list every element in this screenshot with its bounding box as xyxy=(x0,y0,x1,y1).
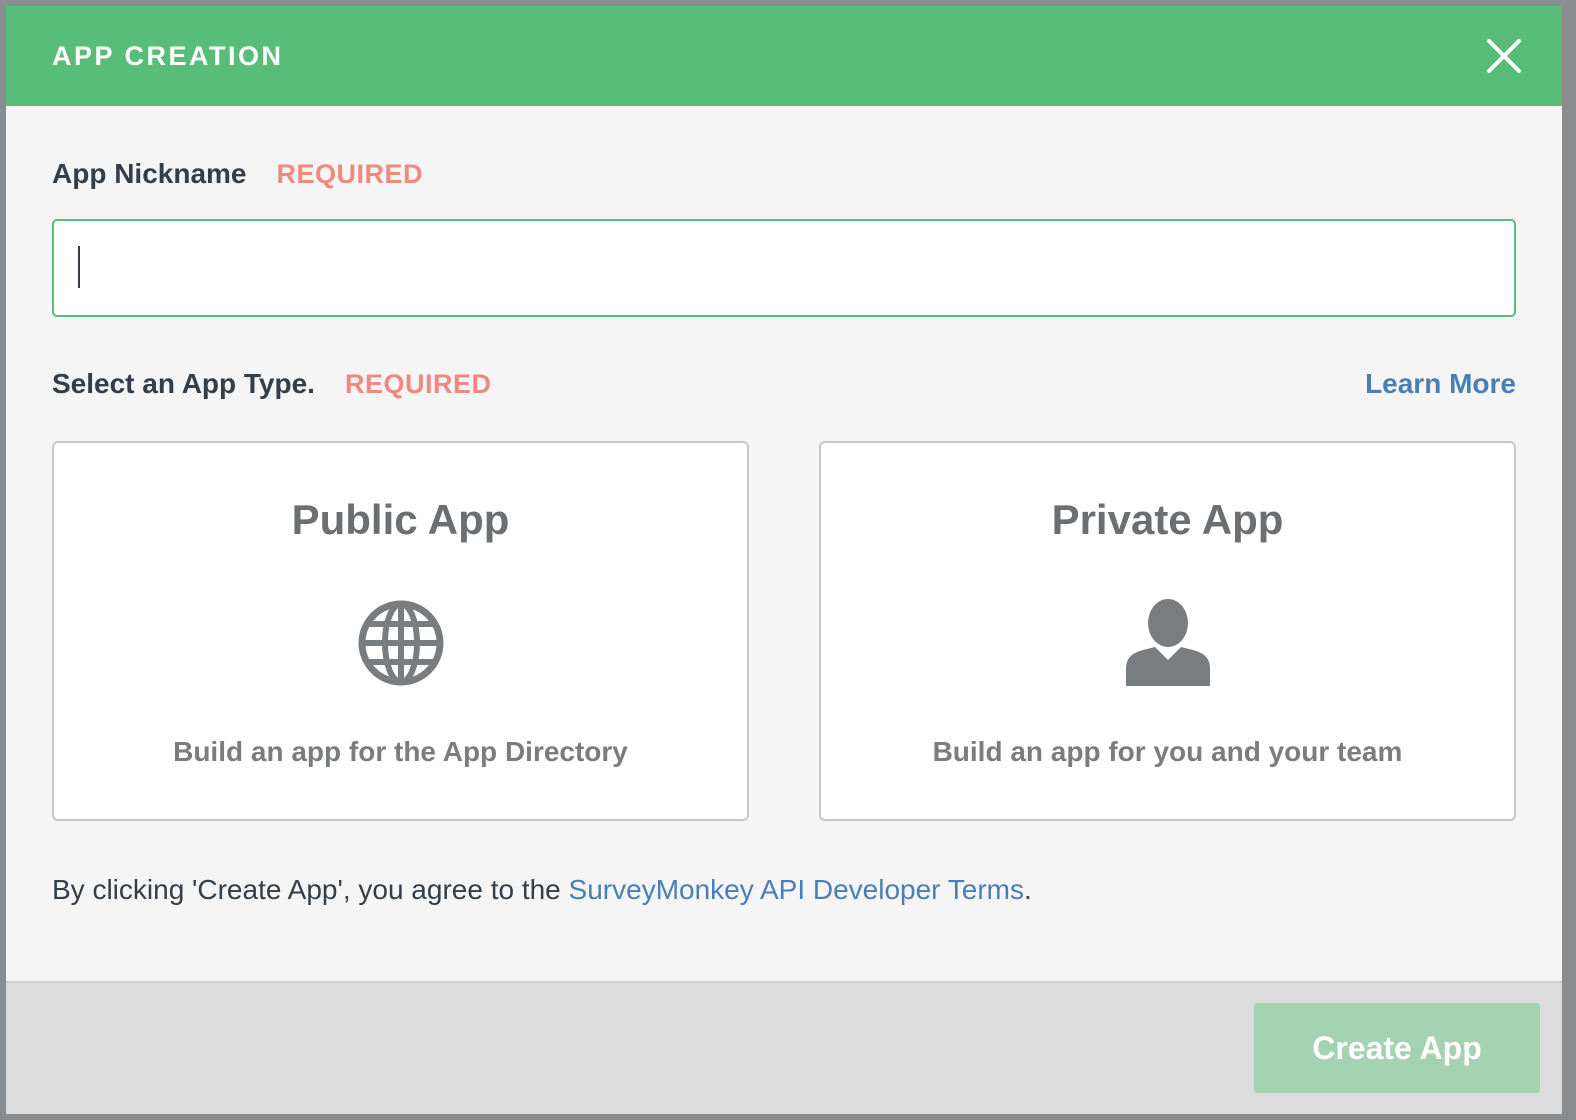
modal-header: APP CREATION xyxy=(6,6,1562,106)
public-app-card[interactable]: Public App Build an app for the App Dire… xyxy=(52,441,749,821)
app-creation-modal: APP CREATION App Nickname REQUIRED Selec… xyxy=(6,6,1562,1114)
create-app-button[interactable]: Create App xyxy=(1254,1003,1540,1093)
app-type-label: Select an App Type. xyxy=(52,368,315,399)
globe-icon xyxy=(358,600,443,686)
developer-terms-link[interactable]: SurveyMonkey API Developer Terms xyxy=(569,874,1024,905)
close-button[interactable] xyxy=(1484,36,1524,76)
public-app-description: Build an app for the App Directory xyxy=(173,736,628,767)
terms-notice: By clicking 'Create App', you agree to t… xyxy=(52,872,1032,908)
app-type-label-row: Select an App Type. REQUIRED Learn More xyxy=(52,364,1516,404)
modal-title: APP CREATION xyxy=(52,41,284,71)
app-nickname-input[interactable] xyxy=(52,219,1516,317)
nickname-label: App Nickname xyxy=(52,158,247,189)
app-type-required-badge: REQUIRED xyxy=(344,368,492,399)
nickname-label-row: App Nickname REQUIRED xyxy=(52,154,1516,194)
terms-prefix: By clicking 'Create App', you agree to t… xyxy=(52,874,569,905)
terms-suffix: . xyxy=(1024,874,1032,905)
text-cursor xyxy=(78,246,80,288)
close-icon xyxy=(1487,39,1521,73)
private-app-description: Build an app for you and your team xyxy=(932,736,1403,767)
user-icon xyxy=(1125,599,1210,686)
public-app-title: Public App xyxy=(291,496,510,543)
private-app-title: Private App xyxy=(1051,496,1284,543)
nickname-required-badge: REQUIRED xyxy=(276,158,424,189)
learn-more-link[interactable]: Learn More xyxy=(1365,368,1516,400)
private-app-card[interactable]: Private App Build an app for you and you… xyxy=(819,441,1516,821)
modal-footer: Create App xyxy=(6,981,1562,1114)
